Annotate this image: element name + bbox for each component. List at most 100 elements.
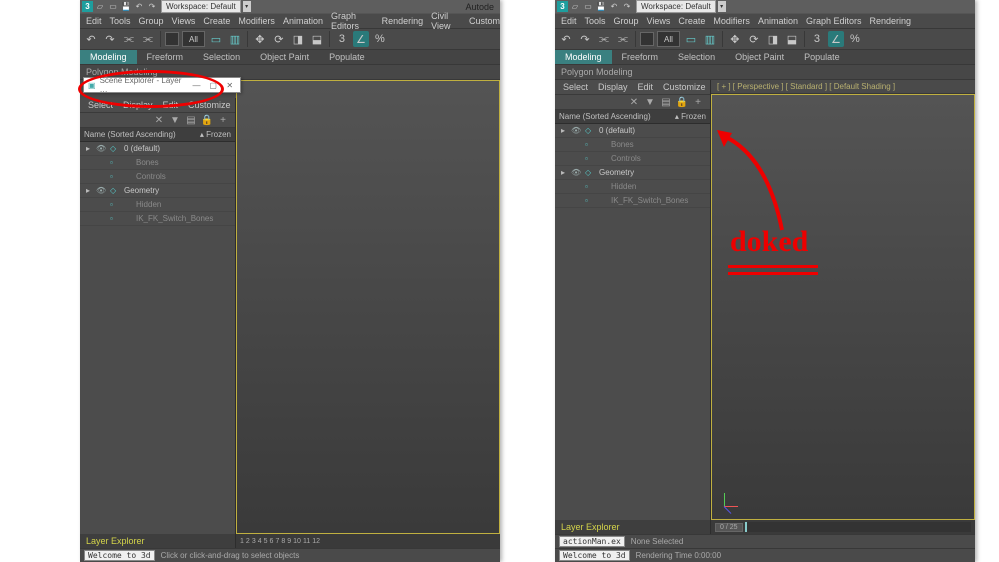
placement-icon[interactable]: ⬓ [784,31,800,47]
maxscript-listener[interactable]: Welcome to 3d [559,550,630,561]
menu-edit[interactable]: Edit [86,16,102,26]
menu-views[interactable]: Views [647,16,671,26]
visibility-icon[interactable]: 👁 [571,126,581,135]
explorer-menu-edit[interactable]: Edit [638,82,654,92]
rotate-gizmo-icon[interactable]: ⟳ [271,31,287,47]
menu-group[interactable]: Group [139,16,164,26]
tab-modeling[interactable]: Modeling [80,50,137,64]
tab-modeling[interactable]: Modeling [555,50,612,64]
maxscript-macro[interactable]: actionMan.ex [559,536,625,547]
time-slider[interactable] [745,522,747,532]
rotate-gizmo-icon[interactable]: ⟳ [746,31,762,47]
menu-modifiers[interactable]: Modifiers [713,16,750,26]
visibility-icon[interactable]: 👁 [96,186,106,195]
select-object-icon[interactable]: ▭ [208,31,224,47]
selection-filter[interactable]: All [182,31,205,47]
tab-populate[interactable]: Populate [319,50,375,64]
maximize-icon[interactable]: ▢ [207,81,220,90]
layer-row[interactable]: ▸👁◇Geometry [80,184,235,198]
menu-create[interactable]: Create [203,16,230,26]
visibility-icon[interactable]: 👁 [96,144,106,153]
add-icon[interactable]: + [217,114,229,126]
angle-snap-icon[interactable]: ∠ [353,31,369,47]
unlink-icon[interactable]: ⫘ [615,31,631,47]
explorer-list[interactable]: ▸👁◇0 (default) ▫Bones ▫Controls ▸👁◇Geome… [80,142,235,534]
select-name-icon[interactable]: ▥ [227,31,243,47]
close-icon[interactable]: ✕ [153,114,165,126]
viewport-canvas[interactable] [236,80,500,534]
list-item[interactable]: ▫Controls [555,152,710,166]
list-item[interactable]: ▫Hidden [555,180,710,194]
tab-selection[interactable]: Selection [193,50,250,64]
open-icon[interactable]: ▭ [108,2,118,12]
display-icon[interactable]: ▤ [660,96,672,108]
selection-filter[interactable]: All [657,31,680,47]
new-icon[interactable]: ▱ [570,2,580,12]
explorer-menu-display[interactable]: Display [123,100,153,110]
menu-modifiers[interactable]: Modifiers [238,16,275,26]
explorer-menu-select[interactable]: Select [563,82,588,92]
add-icon[interactable]: + [692,96,704,108]
redo-icon[interactable]: ↷ [147,2,157,12]
undo-icon[interactable]: ↶ [609,2,619,12]
explorer-header[interactable]: Name (Sorted Ascending) ▴ Frozen [80,128,235,142]
layer-row[interactable]: ▸👁◇Geometry [555,166,710,180]
menu-group[interactable]: Group [614,16,639,26]
display-icon[interactable]: ▤ [185,114,197,126]
col-frozen[interactable]: ▴ Frozen [666,112,710,121]
layer-row[interactable]: ▸👁◇0 (default) [555,124,710,138]
visibility-icon[interactable]: 👁 [571,168,581,177]
new-icon[interactable]: ▱ [95,2,105,12]
list-item[interactable]: ▫Bones [555,138,710,152]
menu-tools[interactable]: Tools [585,16,606,26]
menu-civilview[interactable]: Civil View [431,11,461,31]
tab-freeform[interactable]: Freeform [137,50,194,64]
select-object-icon[interactable]: ▭ [683,31,699,47]
list-item[interactable]: ▫Hidden [80,198,235,212]
tab-objectpaint[interactable]: Object Paint [250,50,319,64]
percent-snap-icon[interactable]: % [847,31,863,47]
expand-icon[interactable]: ▸ [559,126,567,135]
layer-row[interactable]: ▸👁◇0 (default) [80,142,235,156]
tab-selection[interactable]: Selection [668,50,725,64]
viewport-canvas[interactable] [711,94,975,520]
viewport[interactable]: [ + ] [ Perspective ] [ Standard ] [ Def… [711,80,975,534]
snap-toggle-icon[interactable]: 3 [809,31,825,47]
workspace-dropdown-icon[interactable]: ▾ [718,1,726,12]
tab-populate[interactable]: Populate [794,50,850,64]
lock-icon[interactable]: 🔒 [676,96,688,108]
explorer-menu-display[interactable]: Display [598,82,628,92]
menu-animation[interactable]: Animation [283,16,323,26]
close-icon[interactable]: ✕ [628,96,640,108]
quick-access-toolbar[interactable]: ▱ ▭ 💾 ↶ ↷ [570,2,632,12]
placement-icon[interactable]: ⬓ [309,31,325,47]
select-filter-check[interactable] [640,32,654,46]
menu-rendering[interactable]: Rendering [870,16,912,26]
list-item[interactable]: ▫Controls [80,170,235,184]
unlink-icon[interactable]: ⫘ [140,31,156,47]
menu-create[interactable]: Create [678,16,705,26]
redo-icon[interactable]: ↷ [622,2,632,12]
lock-icon[interactable]: 🔒 [201,114,213,126]
explorer-header[interactable]: Name (Sorted Ascending) ▴ Frozen [555,110,710,124]
timeline-track[interactable] [745,522,971,532]
scene-explorer-floating-dialog[interactable]: ▣ Scene Explorer - Layer … — ▢ ✕ [83,77,241,93]
snap-toggle-icon[interactable]: 3 [334,31,350,47]
redo-button[interactable]: ↷ [102,31,118,47]
timeline[interactable]: 123456789101112 [236,534,500,548]
viewport-label[interactable]: [ + ] [ Perspective ] [ Standard ] [ Def… [711,80,975,94]
filter-icon[interactable]: ▼ [169,114,181,126]
save-icon[interactable]: 💾 [596,2,606,12]
select-filter-check[interactable] [165,32,179,46]
link-icon[interactable]: ⫘ [121,31,137,47]
col-frozen[interactable]: ▴ Frozen [191,130,235,139]
quick-access-toolbar[interactable]: ▱ ▭ 💾 ↶ ↷ [95,2,157,12]
menu-grapheditors[interactable]: Graph Editors [331,11,374,31]
expand-icon[interactable]: ▸ [84,186,92,195]
workspace-dropdown-icon[interactable]: ▾ [243,1,251,12]
expand-icon[interactable]: ▸ [559,168,567,177]
select-name-icon[interactable]: ▥ [702,31,718,47]
redo-button[interactable]: ↷ [577,31,593,47]
minimize-icon[interactable]: — [190,81,203,90]
angle-snap-icon[interactable]: ∠ [828,31,844,47]
